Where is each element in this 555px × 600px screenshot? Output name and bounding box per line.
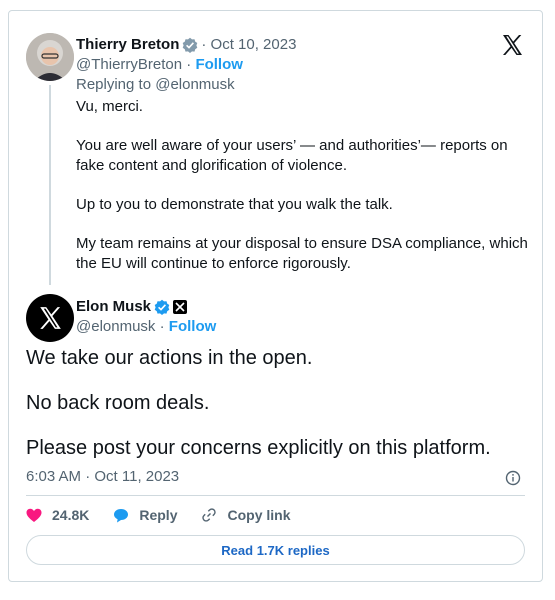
like-button[interactable]: 24.8K [26, 507, 89, 523]
tweet-paragraph: No back room deals. [26, 392, 210, 414]
tweet-paragraph: Up to you to demonstrate that you walk t… [76, 196, 393, 213]
info-icon[interactable] [505, 470, 521, 486]
author-handle[interactable]: @elonmusk [76, 318, 155, 335]
separator-dot: · [159, 318, 165, 335]
tweet-paragraph: We take our actions in the open. [26, 347, 313, 369]
main-tweet-text: We take our actions in the open. No back… [26, 346, 526, 481]
like-count: 24.8K [52, 507, 90, 523]
action-bar: 24.8K Reply Copy link [26, 507, 315, 523]
author-handle[interactable]: @ThierryBreton [76, 56, 182, 73]
divider [26, 495, 525, 496]
follow-button[interactable]: Follow [169, 318, 217, 335]
author-name[interactable]: Thierry Breton [76, 35, 179, 55]
affiliate-badge-icon[interactable] [173, 300, 188, 314]
tweet-paragraph: You are well aware of your users’ — and … [76, 137, 508, 174]
verified-icon [154, 299, 170, 315]
tweet-paragraph: Vu, merci. [76, 98, 143, 115]
embedded-tweet-card: Thierry Breton · Oct 10, 2023 @ThierryBr… [8, 10, 543, 582]
x-logo-icon [40, 307, 61, 329]
avatar-elon-musk[interactable] [26, 294, 74, 342]
link-icon [202, 508, 217, 522]
reply-button[interactable]: Reply [113, 507, 177, 523]
avatar-thierry-breton[interactable] [26, 33, 74, 81]
follow-button[interactable]: Follow [195, 56, 243, 73]
post-date[interactable]: · Oct 10, 2023 [201, 35, 296, 55]
copy-link-label: Copy link [227, 507, 291, 523]
tweet-paragraph: Please post your concerns explicitly on … [26, 437, 491, 459]
tweet-timestamp[interactable]: 6:03 AM · Oct 11, 2023 [26, 467, 179, 487]
parent-tweet-header: Thierry Breton · Oct 10, 2023 @ThierryBr… [76, 35, 482, 95]
read-replies-button[interactable]: Read 1.7K replies [26, 535, 525, 565]
reply-label: Reply [139, 507, 178, 523]
x-logo-icon[interactable] [500, 33, 524, 57]
tweet-paragraph: My team remains at your disposal to ensu… [76, 235, 528, 272]
replying-to[interactable]: Replying to @elonmusk [76, 75, 482, 95]
parent-tweet-text: Vu, merci. You are well aware of your us… [76, 97, 531, 293]
main-tweet-header: Elon Musk @elonmusk · Follow [76, 297, 216, 337]
verified-icon [183, 37, 198, 53]
reply-bubble-icon [114, 508, 129, 522]
heart-icon [26, 508, 42, 522]
author-name[interactable]: Elon Musk [76, 297, 151, 317]
thread-connector-line [49, 85, 51, 285]
separator-dot: · [186, 56, 192, 73]
copy-link-button[interactable]: Copy link [201, 507, 291, 523]
